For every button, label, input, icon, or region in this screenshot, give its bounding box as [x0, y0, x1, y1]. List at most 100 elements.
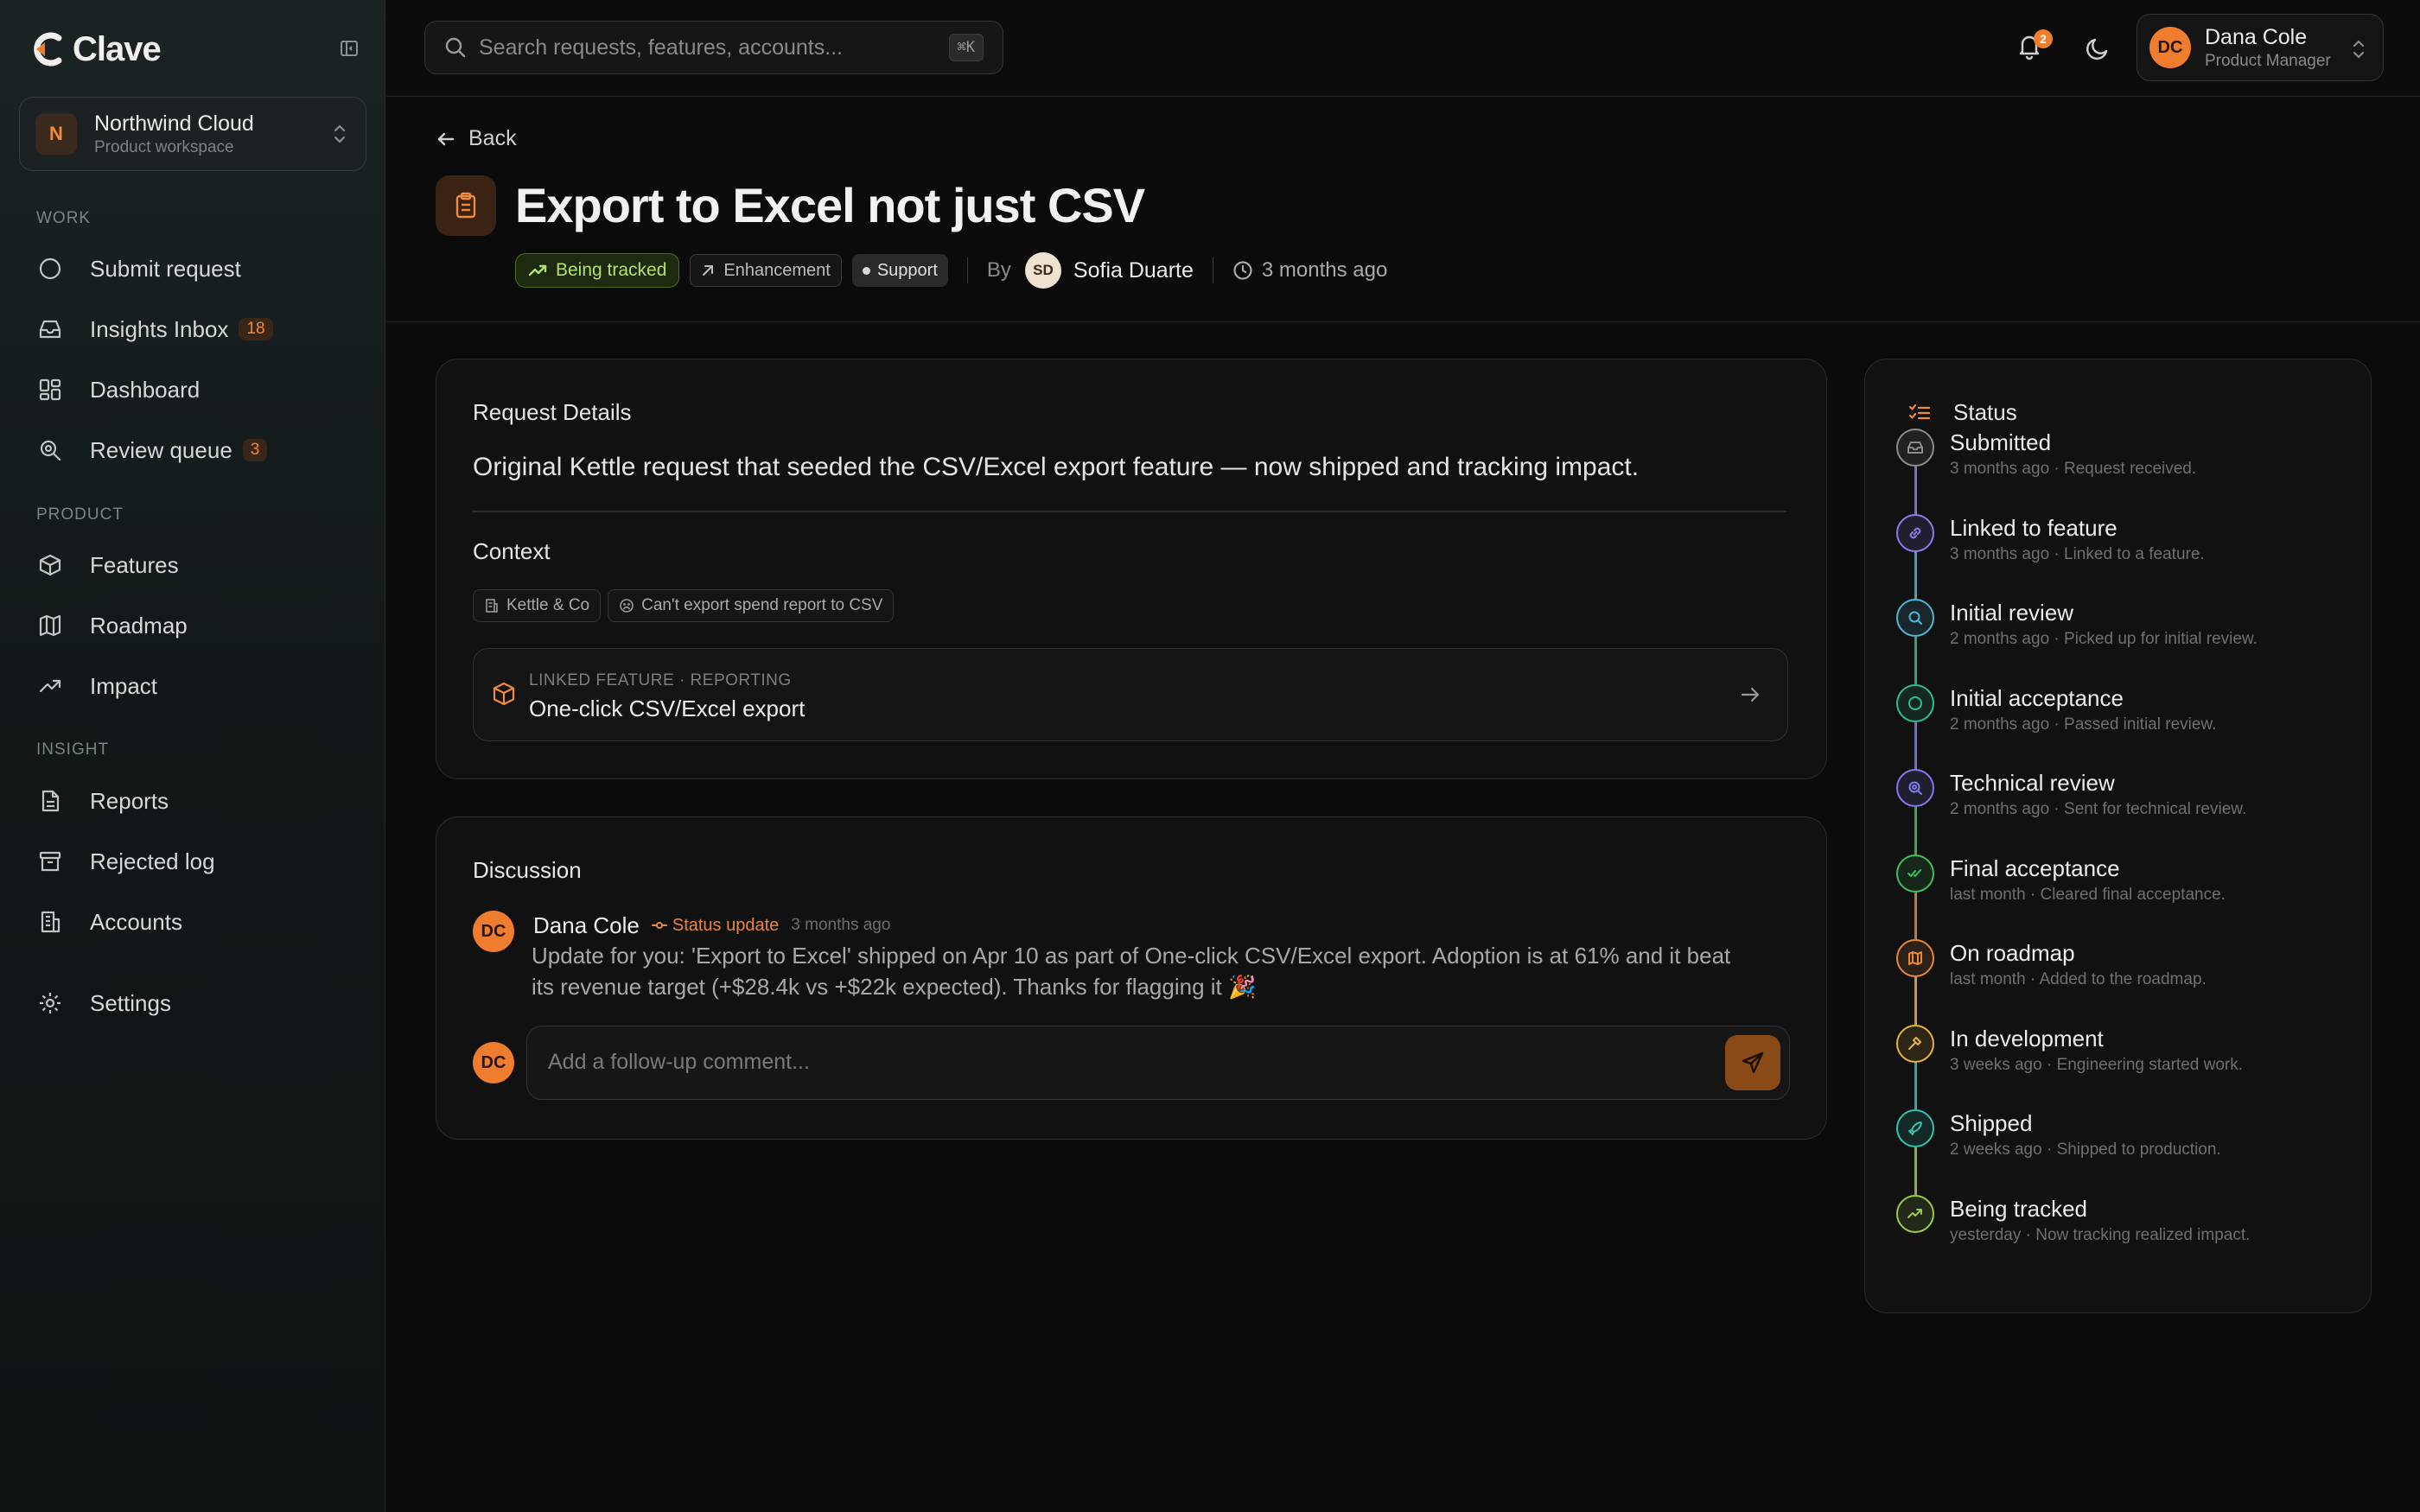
collapse-sidebar-button[interactable] [335, 35, 363, 62]
comment-input[interactable]: Add a follow-up comment... [526, 1026, 1790, 1100]
user-menu-button[interactable]: DC Dana Cole Product Manager [2137, 14, 2384, 81]
map-icon [36, 612, 64, 639]
status-badge[interactable]: Being tracked [515, 253, 680, 288]
workspace-avatar: N [35, 113, 77, 155]
frown-icon [620, 599, 634, 613]
moon-icon [2086, 38, 2108, 60]
nav-section-product: PRODUCT [36, 505, 124, 524]
inbox-icon [36, 315, 64, 343]
inbox-count-badge: 18 [239, 318, 273, 340]
account-tag[interactable]: Kettle & Co [473, 589, 602, 622]
dashboard-icon [36, 376, 64, 403]
back-label: Back [468, 126, 517, 150]
sidebar-item-settings[interactable]: Settings [36, 986, 171, 1020]
dot-icon [862, 266, 870, 275]
sidebar-item-label: Rejected log [90, 848, 215, 874]
double-check-icon [1896, 854, 1934, 893]
rocket-icon [1896, 1109, 1934, 1147]
chevron-up-down-icon [2353, 40, 2365, 59]
chevron-up-down-icon [334, 124, 346, 143]
sidebar-item-rejected-log[interactable]: Rejected log [36, 844, 215, 879]
request-description: Original Kettle request that seeded the … [473, 453, 1640, 481]
arrow-up-right-icon [703, 265, 714, 276]
brand-name: Clave [73, 29, 162, 68]
checklist-icon [1908, 403, 1931, 419]
linked-feature-name: One-click CSV/Excel export [529, 696, 806, 721]
linked-feature-card[interactable]: LINKED FEATURE · REPORTING One-click CSV… [473, 648, 1788, 741]
trending-up-icon [1896, 1194, 1934, 1233]
sidebar-item-accounts[interactable]: Accounts [36, 905, 182, 939]
arrow-left-icon [437, 132, 455, 145]
context-tags: Kettle & Co Can't export spend report to… [473, 589, 895, 622]
comment-avatar: DC [473, 911, 514, 952]
timeline-connector [1914, 467, 1917, 514]
comment-placeholder: Add a follow-up comment... [548, 1050, 810, 1074]
document-icon [36, 787, 64, 815]
comment-header: Dana Cole Status update 3 months ago [533, 911, 890, 940]
status-step-detail: 2 weeks ago · Shipped to production. [1950, 1140, 2221, 1159]
timeline-connector [1914, 1062, 1917, 1109]
pain-point-tag-label: Can't export spend report to CSV [641, 596, 883, 614]
review-count-badge: 3 [242, 439, 268, 461]
timeline-connector [1914, 721, 1917, 769]
trending-up-icon [36, 672, 64, 700]
sidebar-item-roadmap[interactable]: Roadmap [36, 608, 188, 643]
discussion-card: Discussion DC Dana Cole Status update 3 … [436, 816, 1827, 1140]
sidebar-item-insights-inbox[interactable]: Insights Inbox 18 [36, 312, 273, 346]
notifications-button[interactable]: 2 [2015, 29, 2053, 66]
search-icon [1896, 599, 1934, 637]
sidebar-item-submit-request[interactable]: Submit request [36, 251, 241, 286]
header-divider [386, 321, 2420, 322]
linked-feature-eyebrow: LINKED FEATURE · REPORTING [529, 671, 792, 689]
arrow-right-icon [1741, 687, 1760, 702]
sidebar-item-reports[interactable]: Reports [36, 784, 169, 818]
back-link[interactable]: Back [436, 126, 517, 151]
page-title: Export to Excel not just CSV [515, 178, 1145, 232]
discussion-title: Discussion [473, 857, 582, 883]
comment-body: Update for you: 'Export to Excel' shippe… [532, 943, 1731, 1000]
building-icon [486, 599, 498, 613]
comment-time: 3 months ago [791, 916, 891, 934]
status-step-label: Initial acceptance [1950, 684, 2124, 711]
workspace-switcher[interactable]: N Northwind Cloud Product workspace [19, 97, 366, 171]
status-step-detail: 2 months ago · Sent for technical review… [1950, 800, 2247, 818]
workspace-subtitle: Product workspace [94, 137, 234, 156]
status-badge-label: Being tracked [556, 260, 667, 280]
search-icon [445, 37, 466, 58]
search-input[interactable]: Search requests, features, accounts... ⌘… [424, 21, 1003, 74]
sidebar-item-features[interactable]: Features [36, 548, 179, 582]
status-step-label: Technical review [1950, 770, 2115, 796]
source-tag-label: Support [876, 260, 938, 280]
link-icon [1896, 513, 1934, 552]
status-step-label: In development [1950, 1025, 2104, 1051]
brand-logo[interactable]: Clave [29, 29, 162, 69]
request-details-title: Request Details [473, 399, 632, 425]
status-update-text: Status update [672, 915, 780, 935]
send-button[interactable] [1725, 1035, 1780, 1090]
theme-toggle-button[interactable] [2080, 31, 2115, 66]
sidebar-item-label: Features [90, 551, 179, 578]
status-step-detail: 2 months ago · Passed initial review. [1950, 715, 2217, 734]
search-shortcut-hint: ⌘K [948, 34, 984, 61]
sidebar-item-dashboard[interactable]: Dashboard [36, 372, 200, 407]
status-title: Status [1953, 399, 2017, 425]
status-step-label: Shipped [1950, 1110, 2033, 1136]
context-title: Context [473, 538, 551, 564]
sidebar-item-label: Accounts [90, 908, 182, 935]
divider [966, 257, 968, 283]
created-time-label: 3 months ago [1261, 258, 1388, 282]
map-icon [1896, 939, 1934, 977]
sidebar-item-review-queue[interactable]: Review queue 3 [36, 433, 268, 467]
author-name[interactable]: Sofia Duarte [1073, 258, 1194, 283]
sidebar-item-label: Roadmap [90, 612, 188, 638]
sidebar-item-impact[interactable]: Impact [36, 669, 157, 703]
inbox-icon [1896, 429, 1934, 467]
request-meta: Being tracked Enhancement Support By SD … [515, 252, 1387, 289]
top-bar: Search requests, features, accounts... ⌘… [386, 0, 2420, 97]
comment-author[interactable]: Dana Cole [533, 912, 640, 939]
pain-point-tag[interactable]: Can't export spend report to CSV [608, 589, 895, 622]
avatar: DC [2149, 27, 2191, 68]
commit-icon [651, 922, 667, 929]
request-details-card: Request Details Original Kettle request … [436, 359, 1827, 779]
status-step-detail: yesterday · Now tracking realized impact… [1950, 1225, 2251, 1244]
